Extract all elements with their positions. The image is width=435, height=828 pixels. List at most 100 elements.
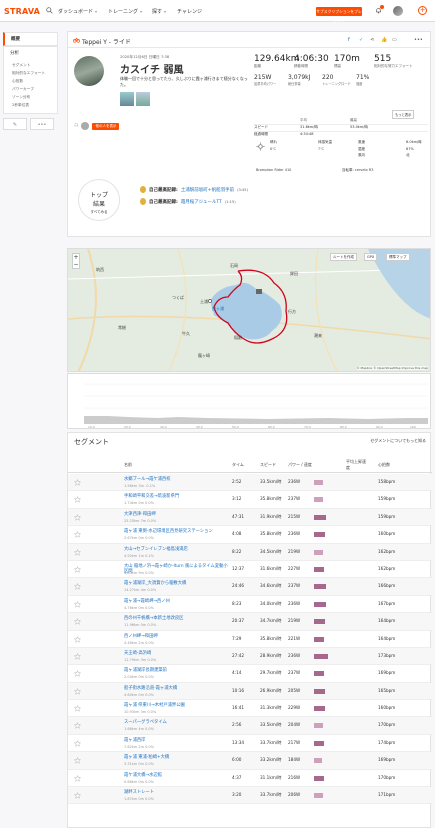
star-icon[interactable] [74,583,81,591]
activity-photo[interactable] [136,92,150,106]
edit-button[interactable]: ✎ [3,118,27,130]
nav-challenges[interactable]: チャレンジ [177,8,202,15]
view-all-link[interactable]: すべてみる [79,210,119,215]
segment-link[interactable]: 霞月桜アジュールTT [181,199,222,205]
zoom-out-button[interactable]: − [73,261,79,268]
map-style-dropdown[interactable]: 標準マップ [386,253,410,261]
table-row[interactable]: 霞ヶ浦 東浦-粕崎+大橋 3.31km 0m 0.0% 6:00 33.2km/時 18… [68,752,432,770]
segments-info-link[interactable]: セグメントについてもっと知る [370,438,426,444]
table-row[interactable]: 霞ヶ浦西岸 7.62km 2m 0.0% 13:34 33.7km/時 217W 174b… [68,735,432,753]
gift-subscription-button[interactable]: サブスクリプションをプレゼント [316,7,362,23]
star-icon[interactable] [74,705,81,712]
more-options-icon[interactable]: ••• [414,37,423,43]
star-icon[interactable] [74,670,81,678]
table-row[interactable]: 霞ヶ浦湖岸長期建築前 2.04km 0m 0.0% 4:14 29.7km/時 237W… [68,665,432,683]
col-name[interactable]: 名前 [124,462,132,468]
star-icon[interactable] [74,722,81,730]
flag-button[interactable]: 他の人を表示 [92,122,120,130]
sidebar-subitem[interactable]: 2秒単位表 [4,101,57,109]
star-icon[interactable] [74,496,81,504]
more-actions-button[interactable]: ••• [30,118,54,130]
col-hr[interactable]: 心拍数 [378,462,390,468]
comment-icon[interactable]: ▭ [392,37,397,43]
table-row[interactable]: 船子街水路沿道-霞ヶ浦大橋 4.60km 0m 0.0% 10:16 26.9km/時… [68,682,432,701]
participant-avatar[interactable] [81,122,90,130]
sidebar-subitem[interactable]: パワーカーブ [4,85,57,93]
segment-link[interactable]: 土浦駅前坂町+帆船羽手前 [181,187,234,193]
col-time[interactable]: タイム [232,462,244,468]
sidebar-item-analysis[interactable]: 分析 [3,46,58,59]
create-route-button[interactable]: ルートを作成 [330,253,357,261]
athlete-avatar[interactable] [74,56,104,86]
table-row[interactable]: 西の州千帆橋→本新土地改良区 11.96km 0m 0.0% 20:37 34.7km… [68,613,432,631]
table-row[interactable]: 霞ヶ浦湖岸_大須賀から稲敷大橋 14.27km 4m 0.0% 24:46 34.6k… [68,578,432,596]
table-row[interactable]: 霞ヶ浦 東側-水辺環境区西見研究ステーション 2.67km 0m 0.0% 4:08… [68,526,432,544]
route-map[interactable]: 霞ヶ浦 つくば 土浦 石岡 鉾田 行方 稲敷 潮来 牛久 筑西 常総 龍ヶ崎 +… [67,248,431,372]
nav-training[interactable]: トレーニング ▾ [108,8,142,15]
star-icon[interactable] [74,757,81,765]
sidebar-subitem[interactable]: ゾーン分布 [4,93,57,101]
table-row[interactable]: 天王崎-高浜崎 12.79km 3m 0.0% 27:42 28.9km/時 236W 1… [68,647,432,666]
share-icon[interactable]: ⋖ [370,37,374,43]
elevation-chart[interactable]: 10.0 20.0 30.0 40.0 50.0 60.0 70.0 80.0 90.0 100 [67,373,431,429]
segment-name[interactable]: 霞ケ浦大橋→水辺館 [124,773,230,778]
segment-name[interactable]: 手和崎平和交差→筑波新県門 [124,494,230,499]
star-icon[interactable] [74,531,81,538]
segment-name[interactable]: 西の州千帆橋→本新土地改良区 [124,616,230,621]
segment-name[interactable]: 大山→セブンイレブン福島浅満店 [124,547,230,552]
segment-name[interactable]: 霞ヶ浦湖岸長期建築前 [124,668,230,673]
segment-name[interactable]: 霞ヶ浦湖岸_大須賀から稲敷大橋 [124,581,230,586]
nav-explore[interactable]: 探す ▾ [152,8,166,15]
segment-name[interactable]: 天王崎-高浜崎 [124,651,230,656]
segment-name[interactable]: 大津西津-和田岬 [124,512,230,517]
star-icon[interactable] [74,635,81,643]
segment-name[interactable]: 霞ヶ浦 県東川→木村戸浦界公園 [124,703,230,708]
table-row[interactable]: スーパーグラペタイム 1.66km 4m 0.0% 2:56 33.5km/時 204W… [68,717,432,735]
zoom-in-button[interactable]: + [73,254,79,261]
col-vam[interactable]: 平均上昇速度 [346,459,366,471]
table-row[interactable]: 西ノ州岬→和田岬 4.46km 2m 0.0% 7:29 35.8km/時 221W 16… [68,631,432,648]
table-row[interactable]: 水郷ブール→霞ケ浦西校 1.56km 3m -0.1% 2:52 33.5km/時 23… [68,474,432,492]
star-icon[interactable] [74,479,81,486]
activity-photo[interactable] [120,92,134,106]
sidebar-subitem[interactable]: セグメント [4,61,57,69]
segment-name[interactable]: 船子街水路沿道-霞ヶ浦大橋 [124,686,230,691]
star-icon[interactable] [74,774,81,782]
star-icon[interactable] [74,513,81,521]
table-row[interactable]: 手和崎平和交差→筑波新県門 1.74km 0m 0.0% 3:12 35.8km/時 2… [68,491,432,509]
table-row[interactable]: 霞ヶ浦→霞崎岬→西ノ州 4.76km 0m 0.0% 8:23 34.0km/時 236… [68,596,432,614]
table-row[interactable]: 大津西津-和田岬 25.25km 7m 0.0% 47:31 31.9km/時 215W… [68,508,432,527]
sidebar-subitem[interactable]: 心拍数 [4,77,57,85]
table-row[interactable]: 霞ヶ浦 県東川→木村戸浦界公園 10.93km 3m 0.0% 16:41 31.3k… [68,700,432,718]
star-icon[interactable] [74,739,81,747]
kudos-icon[interactable]: 👍 [381,37,387,43]
star-icon[interactable] [74,565,81,573]
facebook-icon[interactable]: f [348,37,350,43]
col-power[interactable]: パワー / 速度 [288,462,312,468]
star-icon[interactable] [74,687,81,695]
star-icon[interactable] [74,618,81,625]
table-row[interactable]: 霞ケ浦大橋→水辺館 0.66km 0m 0.0% 4:37 31.1km/時 216W 1… [68,770,432,788]
user-avatar[interactable] [393,6,403,16]
segment-name[interactable]: スーパーグラペタイム [124,720,230,725]
search-icon[interactable] [46,7,53,14]
nav-dashboard[interactable]: ダッシュボード ▾ [58,8,97,15]
upload-plus-icon[interactable]: + [418,6,427,15]
star-icon[interactable] [74,792,81,799]
star-icon[interactable] [74,600,81,608]
segment-name[interactable]: 西ノ州岬→和田岬 [124,634,230,639]
segment-name[interactable]: 霞ヶ浦 東側-水辺環境区西見研究ステーション [124,529,230,534]
star-icon[interactable] [74,548,81,556]
sidebar-subitem[interactable]: 相対的なエフォート [4,69,57,77]
table-row[interactable]: 湖畔ストレート 1.87km 0m 0.0% 3:20 33.7km/時 206W 171… [68,787,432,805]
top-results-badge[interactable]: トップ 結果 すべてみる [78,179,120,221]
sidebar-item-overview[interactable]: 概要 [3,32,58,46]
twitter-icon[interactable]: ✓ [359,37,363,43]
table-row[interactable]: 大山 稲地ノ浜→霞ヶ崎か-Iturn 風によるタイム変動小区間 6.83km 9m… [68,561,432,579]
segment-name[interactable]: 水郷ブール→霞ケ浦西校 [124,477,230,482]
star-icon[interactable] [74,652,81,660]
col-speed[interactable]: スピード [260,462,276,468]
table-row[interactable]: 大山→セブンイレブン福島浅満店 4.92km 1m 0.1% 8:22 34.5km/… [68,543,432,561]
segment-name[interactable]: 霞ヶ浦 東浦-粕崎+大橋 [124,755,230,760]
segment-name[interactable]: 霞ヶ浦→霞崎岬→西ノ州 [124,599,230,604]
